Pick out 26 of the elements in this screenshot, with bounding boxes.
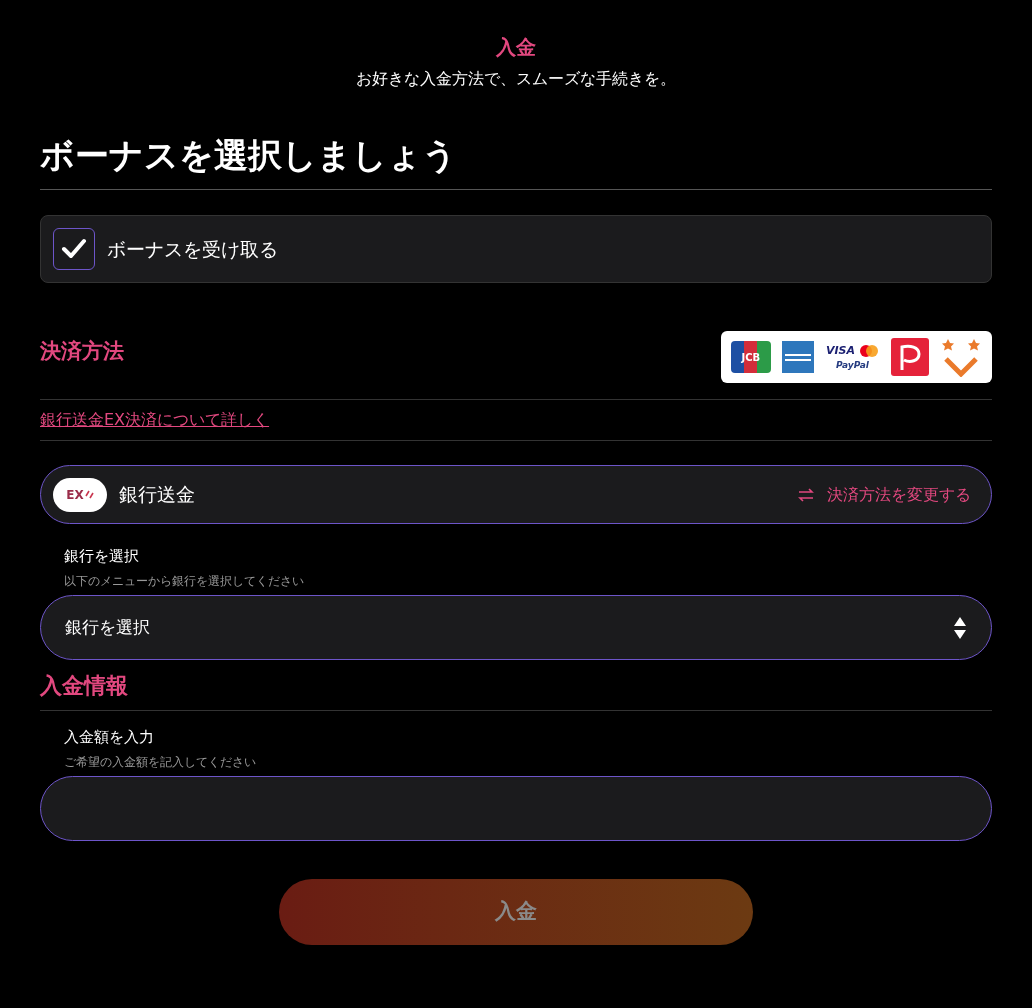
p-logo-icon — [890, 338, 929, 376]
info-link[interactable]: 銀行送金EX決済について詳しく — [40, 410, 270, 429]
page-subtitle: お好きな入金方法で、スムーズな手続きを。 — [356, 68, 676, 90]
payment-method-name: 銀行送金 — [119, 482, 195, 508]
paypal-logo: PayPal — [836, 360, 869, 370]
field-label: 銀行を選択 — [64, 546, 140, 567]
page-title: 入金 — [496, 34, 536, 61]
bank-select[interactable]: 銀行を選択 — [40, 595, 992, 660]
swap-icon — [797, 485, 815, 504]
field-hint: 以下のメニューから銀行を選択してください — [64, 573, 305, 589]
checkbox-label: ボーナスを受け取る — [107, 236, 278, 262]
stars-check-icon — [940, 337, 983, 377]
change-method-link[interactable]: 決済方法を変更する — [827, 482, 971, 507]
field-hint: ご希望の入金額を記入してください — [64, 754, 257, 770]
payment-method-field[interactable]: EX 銀行送金 決済方法を変更する — [40, 465, 992, 524]
ex-badge: EX — [53, 477, 107, 512]
visa-logo: VISA — [825, 345, 855, 356]
field-label: 入金額を入力 — [64, 727, 155, 748]
section-heading: ボーナスを選択しましょう — [40, 131, 992, 190]
section-heading: 入金情報 — [40, 670, 992, 711]
section-heading: 決済方法 — [40, 338, 124, 365]
check-icon — [61, 238, 87, 260]
checkbox[interactable] — [53, 228, 95, 270]
card-logo-icon — [782, 341, 815, 373]
sort-arrows-icon — [953, 615, 967, 640]
two-circles-icon — [859, 344, 879, 357]
